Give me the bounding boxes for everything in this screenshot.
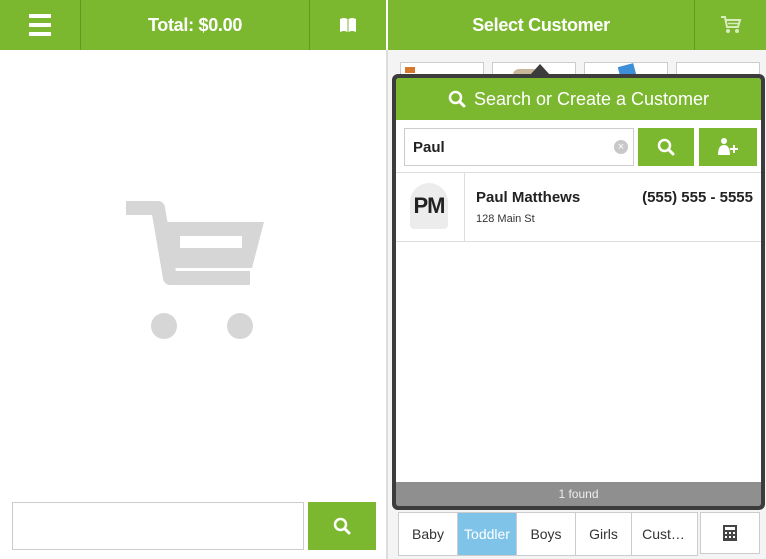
search-icon (333, 517, 351, 535)
tab-girls[interactable]: Girls (576, 513, 632, 555)
customer-initials: PM (413, 193, 446, 218)
tab-custom[interactable]: Cust… (632, 513, 695, 555)
add-customer-icon (718, 138, 738, 155)
category-tabs: Baby Toddler Boys Girls Cust… (398, 512, 698, 556)
cart-button[interactable] (695, 0, 766, 50)
calculator-icon (723, 525, 737, 541)
customer-phone: (555) 555 - 5555 (642, 189, 753, 206)
select-customer-button[interactable]: Select Customer (388, 0, 694, 50)
tab-baby[interactable]: Baby (399, 513, 458, 555)
results-count: 1 found (396, 482, 761, 506)
customer-search-popover: Search or Create a Customer × (392, 74, 765, 510)
book-button[interactable] (310, 0, 386, 50)
tab-toddler[interactable]: Toddler (458, 513, 517, 555)
barcode-search-input[interactable] (12, 502, 304, 550)
search-icon (448, 90, 466, 108)
customer-result-row[interactable]: PM Paul Matthews 128 Main St (555) 555 -… (396, 172, 761, 242)
cart-pane (0, 50, 386, 559)
clear-icon[interactable]: × (614, 140, 628, 154)
book-icon (340, 18, 356, 32)
customer-search-row: × (396, 120, 761, 172)
menu-button[interactable] (0, 0, 80, 50)
cart-icon (720, 16, 741, 33)
avatar: PM (410, 183, 448, 229)
cart-total: Total: $0.00 (147, 15, 243, 35)
shopping-cart-icon (126, 201, 264, 339)
calculator-button[interactable] (700, 512, 760, 554)
customer-search-input[interactable] (404, 128, 634, 166)
search-icon (657, 138, 675, 156)
customer-name: Paul Matthews (476, 189, 581, 206)
barcode-search-button[interactable] (308, 502, 376, 550)
popover-title: Search or Create a Customer (473, 88, 710, 109)
tab-boys[interactable]: Boys (517, 513, 576, 555)
popover-header: Search or Create a Customer (396, 78, 761, 120)
hamburger-icon (29, 14, 51, 36)
customer-address: 128 Main St (476, 213, 535, 225)
customer-search-button[interactable] (638, 128, 694, 166)
add-customer-button[interactable] (699, 128, 757, 166)
